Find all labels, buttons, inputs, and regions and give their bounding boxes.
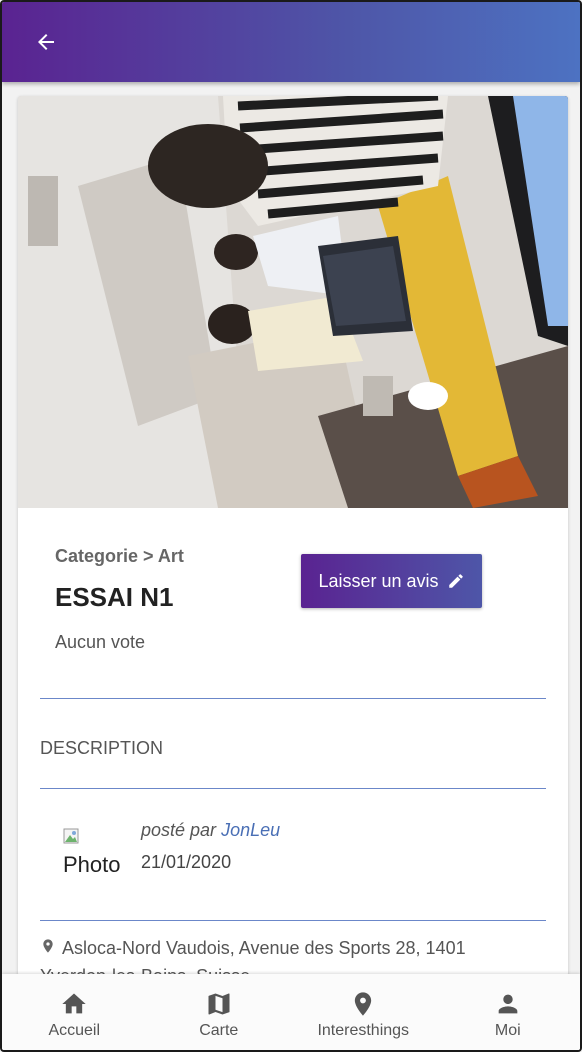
leave-review-button[interactable]: Laisser un avis — [301, 554, 482, 608]
author-avatar[interactable]: Photo — [63, 826, 121, 882]
post-photo — [18, 96, 568, 508]
nav-item-accueil[interactable]: Accueil — [2, 974, 147, 1050]
arrow-left-icon — [38, 34, 54, 50]
vote-count: Aucun vote — [55, 632, 146, 652]
location-pin-icon — [355, 992, 372, 1016]
photo-illustration — [18, 96, 568, 508]
post-card: Categorie > Art ESSAI N1 Aucun vote Lais… — [18, 96, 568, 976]
divider — [40, 698, 546, 699]
nav-item-interesthings[interactable]: Interesthings — [291, 974, 436, 1050]
nav-label: Moi — [494, 1022, 521, 1039]
back-button[interactable] — [30, 26, 62, 58]
nav-label: Carte — [199, 1022, 239, 1039]
posted-by-prefix: posté par — [141, 820, 217, 840]
post-date: 21/01/2020 — [141, 852, 232, 872]
broken-image-icon — [63, 828, 79, 844]
app-screen: Categorie > Art ESSAI N1 Aucun vote Lais… — [0, 0, 582, 1052]
post-title: ESSAI N1 — [55, 582, 174, 612]
post-category: Categorie > Art — [55, 546, 184, 566]
nav-label: Accueil — [48, 1022, 101, 1039]
leave-review-label: Laisser un avis — [318, 570, 439, 591]
pencil-icon — [448, 574, 463, 588]
map-pin-icon — [43, 939, 53, 953]
map-icon — [208, 993, 230, 1015]
nav-item-moi[interactable]: Moi — [436, 974, 581, 1050]
description-heading: DESCRIPTION — [40, 738, 164, 758]
nav-item-carte[interactable]: Carte — [147, 974, 292, 1050]
divider — [40, 788, 546, 789]
divider — [40, 920, 546, 921]
avatar-alt-text: Photo — [63, 852, 121, 877]
post-address: Asloca-Nord Vaudois, Avenue des Sports 2… — [40, 934, 540, 976]
home-icon — [62, 993, 86, 1014]
bottom-navigation: Accueil Carte Interesthings Moi — [2, 974, 581, 1050]
posted-by: posté par JonLeu — [141, 820, 280, 841]
author-link[interactable]: JonLeu — [221, 820, 280, 840]
app-bar — [2, 2, 580, 82]
person-icon — [498, 994, 518, 1014]
address-text: Asloca-Nord Vaudois, Avenue des Sports 2… — [40, 938, 466, 976]
nav-label: Interesthings — [317, 1022, 410, 1039]
